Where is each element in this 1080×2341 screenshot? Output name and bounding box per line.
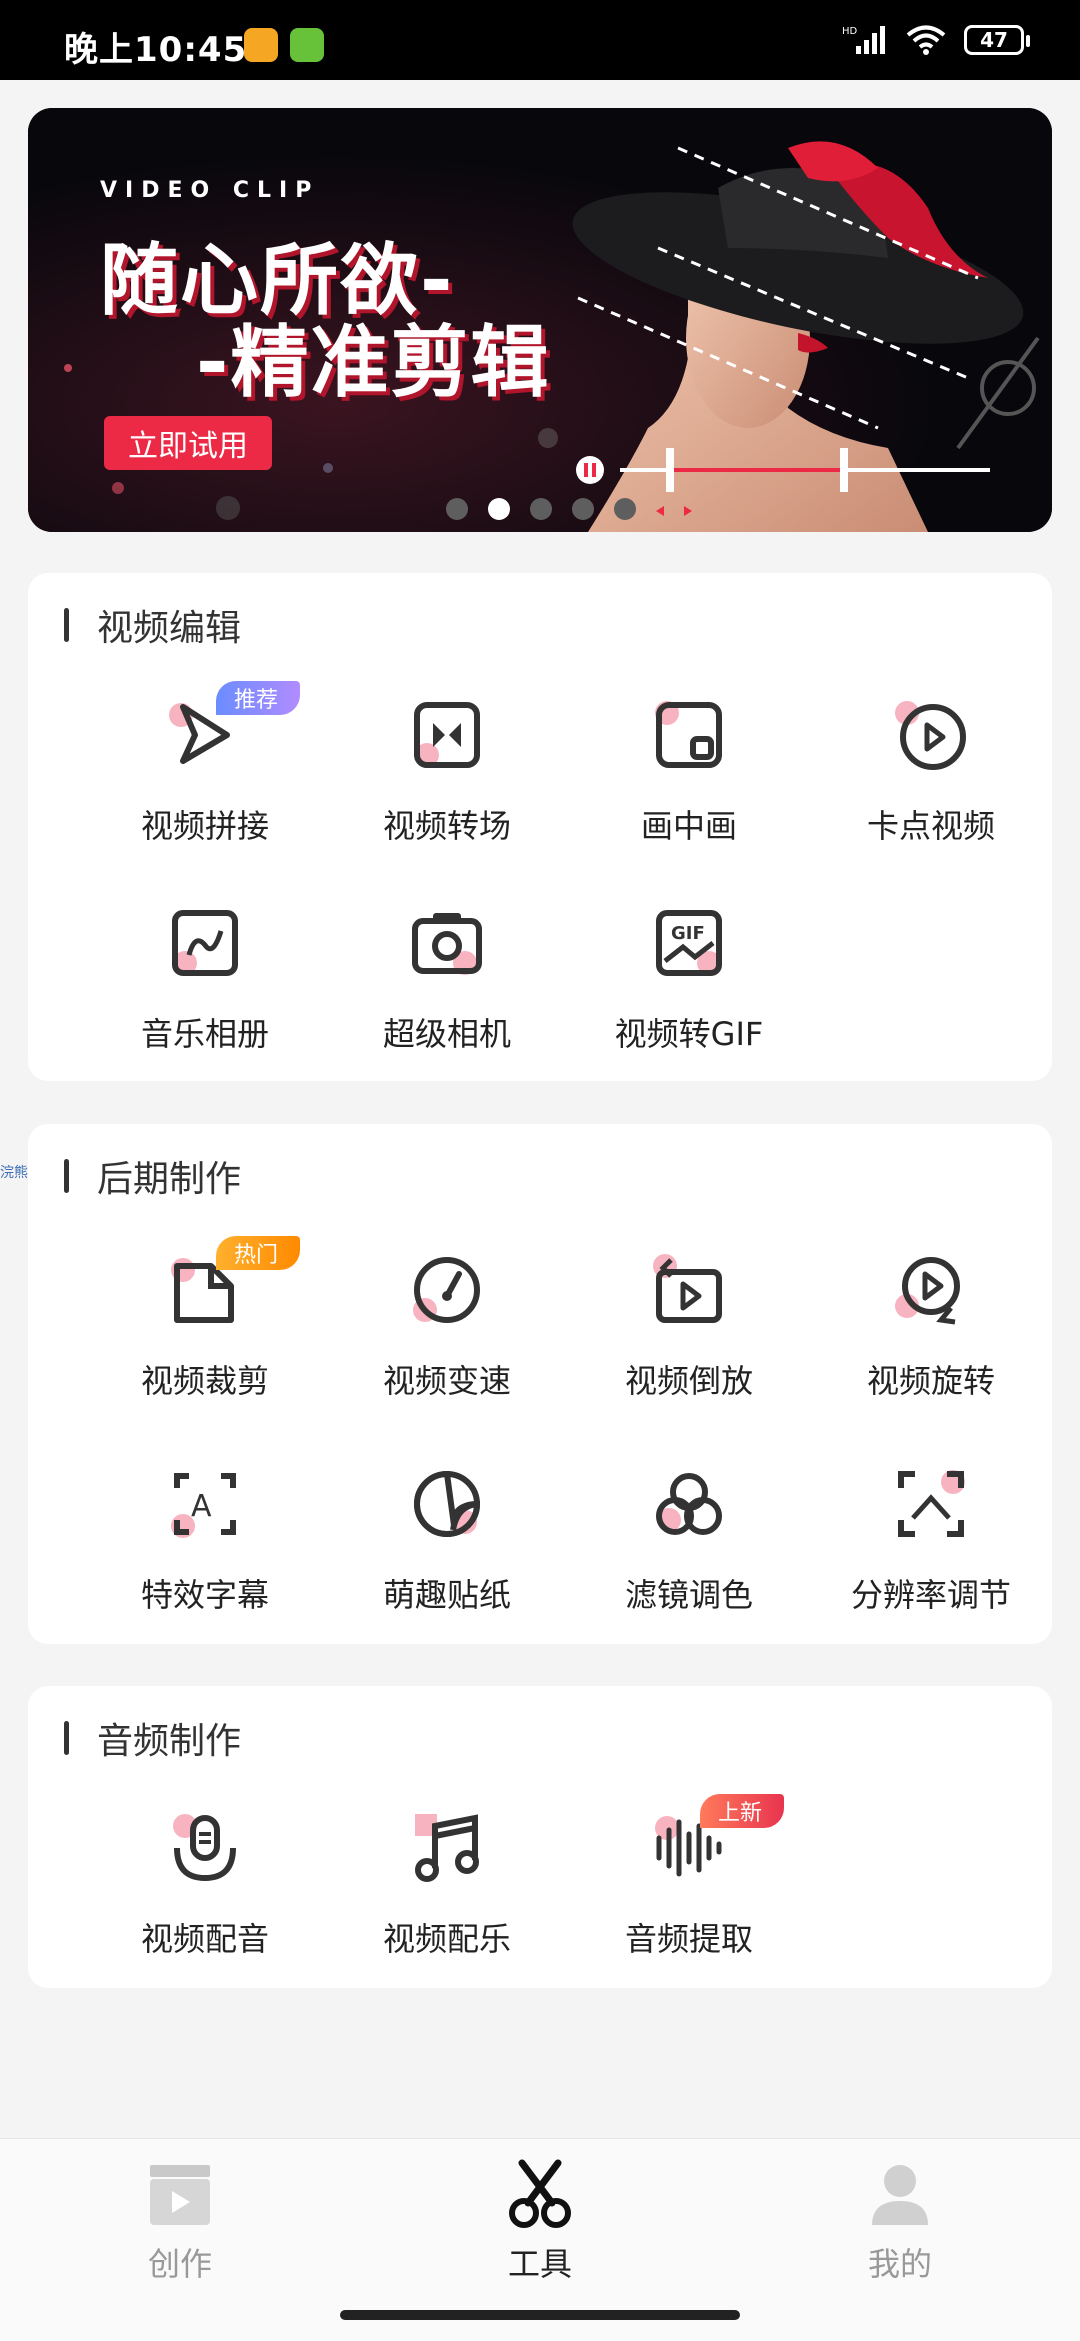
tool-resolution[interactable]: 分辨率调节 <box>810 1464 1052 1644</box>
status-time: 晚上10:45 <box>64 30 248 70</box>
transition-icon <box>414 702 480 768</box>
carousel-dot-active[interactable] <box>488 498 510 520</box>
scissors-icon <box>509 2159 571 2228</box>
tool-video-reverse[interactable]: 视频倒放 <box>568 1250 810 1430</box>
clapperboard-icon <box>150 2165 210 2225</box>
signal-icon: HD <box>842 26 885 54</box>
carousel-dot[interactable] <box>446 498 468 520</box>
signal-hd-label: HD <box>842 26 858 37</box>
reverse-play-icon <box>653 1254 722 1323</box>
promo-banner[interactable]: VIDEO CLIP 随心所欲- -精准剪辑 立即试用 <box>28 108 1052 532</box>
new-tag: 上新 <box>700 1794 785 1828</box>
tool-video-concat[interactable]: 推荐 视频拼接 <box>84 681 326 875</box>
tool-filter[interactable]: 滤镜调色 <box>568 1464 810 1644</box>
hot-tag: 热门 <box>216 1236 301 1270</box>
music-note-icon <box>415 1814 479 1882</box>
tool-label: 视频变速 <box>382 1362 511 1400</box>
tool-label: 滤镜调色 <box>624 1576 753 1614</box>
tool-voiceover[interactable]: 视频配音 <box>84 1808 326 1988</box>
tool-label: 视频裁剪 <box>140 1362 269 1400</box>
post-production-section: 后期制作 热门 视频裁剪 视频变速 视频倒放 视频旋转 A 特效字幕 萌趣贴纸 … <box>28 1124 1052 1644</box>
tool-music-album[interactable]: 音乐相册 <box>84 903 326 1083</box>
tool-video-transition[interactable]: 视频转场 <box>326 695 568 875</box>
nav-create[interactable]: 创作 <box>0 2139 360 2299</box>
tool-label: 视频转GIF <box>614 1015 764 1053</box>
banner-title-line2: -精准剪辑 <box>196 318 551 408</box>
nav-label: 创作 <box>147 2245 212 2283</box>
notification-app-icon <box>244 28 278 62</box>
tool-background-music[interactable]: 视频配乐 <box>326 1808 568 1988</box>
tool-label: 视频转场 <box>382 807 511 845</box>
download-app-icon <box>290 28 324 62</box>
banner-subtitle: VIDEO CLIP <box>100 178 320 203</box>
nav-label: 我的 <box>867 2245 932 2283</box>
carousel-dot[interactable] <box>614 498 636 520</box>
status-icons: HD 47 <box>842 24 1030 56</box>
nav-label: 工具 <box>507 2245 572 2283</box>
rotate-play-icon <box>895 1257 960 1325</box>
tool-label: 音频提取 <box>624 1920 753 1958</box>
tool-label: 卡点视频 <box>866 807 995 845</box>
tool-label: 视频配音 <box>140 1920 269 1958</box>
tool-beat-video[interactable]: 卡点视频 <box>810 695 1052 875</box>
recommend-tag: 推荐 <box>216 681 301 715</box>
section-title: 视频编辑 <box>64 603 241 649</box>
video-edit-section: 视频编辑 推荐 视频拼接 视频转场 画中画 卡点视频 音乐相册 超级相机 GIF… <box>28 573 1052 1081</box>
speedometer-icon <box>413 1257 480 1323</box>
tool-label: 视频倒放 <box>624 1362 753 1400</box>
tool-label: 分辨率调节 <box>850 1576 1011 1614</box>
carousel-dot[interactable] <box>572 498 594 520</box>
tool-text-effect[interactable]: A 特效字幕 <box>84 1464 326 1644</box>
picture-in-picture-icon <box>655 701 722 768</box>
audio-section: 音频制作 视频配音 视频配乐 上新 音频提取 <box>28 1686 1052 1988</box>
section-title: 后期制作 <box>64 1154 241 1200</box>
tool-picture-in-picture[interactable]: 画中画 <box>568 695 810 875</box>
gif-icon: GIF <box>656 910 722 976</box>
status-bar: 晚上10:45 HD 47 <box>0 0 1080 80</box>
sticker-icon <box>414 1470 481 1537</box>
battery-indicator: 47 <box>964 25 1030 55</box>
tool-super-camera[interactable]: 超级相机 <box>326 903 568 1083</box>
try-now-button[interactable]: 立即试用 <box>104 416 272 470</box>
tool-audio-extract[interactable]: 上新 音频提取 <box>568 1794 810 1988</box>
tool-label: 音乐相册 <box>140 1015 269 1053</box>
carousel-indicator[interactable] <box>446 498 636 520</box>
nav-profile[interactable]: 我的 <box>720 2139 1080 2299</box>
battery-level: 47 <box>980 28 1008 52</box>
tool-video-speed[interactable]: 视频变速 <box>326 1250 568 1430</box>
nav-tools[interactable]: 工具 <box>360 2139 720 2299</box>
carousel-dot[interactable] <box>530 498 552 520</box>
tool-label: 画中画 <box>640 807 737 845</box>
tool-video-crop[interactable]: 热门 视频裁剪 <box>84 1236 326 1430</box>
camera-icon <box>412 913 482 975</box>
profile-icon <box>872 2165 928 2225</box>
tool-label: 超级相机 <box>382 1015 511 1053</box>
tool-label: 萌趣贴纸 <box>382 1576 511 1614</box>
section-title: 音频制作 <box>64 1716 241 1762</box>
svg-text:GIF: GIF <box>671 923 705 944</box>
tool-label: 特效字幕 <box>140 1576 269 1614</box>
microphone-icon <box>173 1814 236 1882</box>
play-circle-icon <box>895 701 966 770</box>
tool-label: 视频拼接 <box>140 807 269 845</box>
resolution-icon <box>898 1470 965 1537</box>
tool-label: 视频配乐 <box>382 1920 511 1958</box>
tool-video-to-gif[interactable]: GIF 视频转GIF <box>568 903 810 1083</box>
text-effect-icon: A <box>171 1473 236 1538</box>
svg-text:A: A <box>191 1489 212 1524</box>
tool-label: 视频旋转 <box>866 1362 995 1400</box>
music-album-icon <box>172 910 238 976</box>
tool-sticker[interactable]: 萌趣贴纸 <box>326 1464 568 1644</box>
filter-icon <box>656 1473 722 1535</box>
home-indicator[interactable] <box>340 2310 740 2320</box>
wifi-icon <box>906 25 946 55</box>
tool-video-rotate[interactable]: 视频旋转 <box>810 1250 1052 1430</box>
